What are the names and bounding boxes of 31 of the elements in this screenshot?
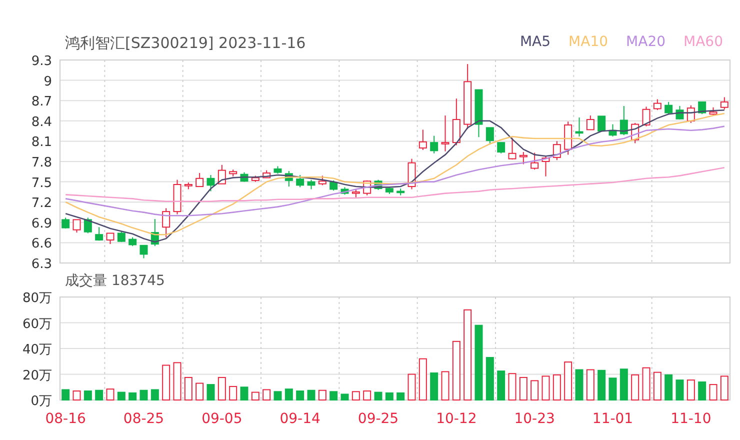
axis-label: 80万 — [22, 292, 52, 306]
legend-label: MA20 — [626, 33, 666, 51]
date-label: 10-23 — [514, 411, 555, 427]
axis-label: 40万 — [22, 342, 52, 358]
axis-label: 7.8 — [31, 156, 52, 170]
legend-label: MA5 — [520, 33, 551, 51]
legend-label: MA60 — [684, 33, 723, 51]
date-label: 11-10 — [670, 411, 712, 427]
date-label: 11-01 — [592, 411, 634, 427]
date-label: 10-12 — [436, 411, 477, 427]
chart-title: 成交量 183745 — [65, 272, 165, 290]
axis-label: 8.1 — [31, 135, 52, 150]
axis-label: 8.7 — [31, 94, 52, 110]
date-label: 09-05 — [202, 411, 242, 427]
axis-label: 60万 — [22, 316, 52, 332]
axis-label: 20万 — [22, 368, 52, 384]
axis-label: 9.3 — [31, 54, 52, 69]
axis-label: 6.6 — [31, 236, 52, 252]
legend-label: MA10 — [568, 33, 608, 51]
date-label: 08-16 — [45, 411, 86, 427]
axis-label: 6.9 — [31, 216, 52, 232]
axis-label: 0万 — [30, 394, 52, 409]
axis-label: 7.5 — [31, 176, 52, 191]
axis-label: 6.3 — [31, 257, 52, 270]
date-label: 08-25 — [123, 411, 164, 427]
axis-label: 7.2 — [31, 196, 52, 212]
axis-label: 9 — [44, 74, 52, 90]
date-label: 09-14 — [280, 411, 320, 427]
date-label: 09-25 — [358, 411, 399, 427]
chart-title: 鸿利智汇[SZ300219] 2023-11-16 — [65, 34, 306, 52]
axis-label: 8.4 — [31, 114, 52, 130]
